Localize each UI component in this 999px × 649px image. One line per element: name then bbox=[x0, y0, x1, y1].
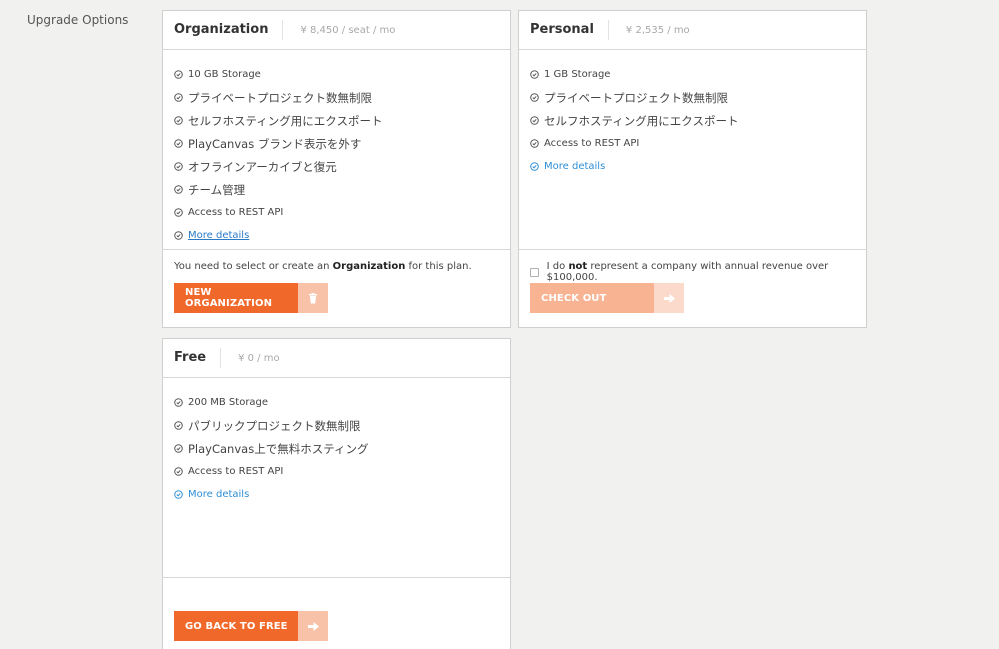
check-circle-icon bbox=[530, 116, 539, 125]
check-circle-icon bbox=[174, 444, 183, 453]
feature-item: Access to REST API bbox=[174, 201, 510, 224]
delete-button[interactable] bbox=[298, 283, 328, 313]
revenue-checkbox-label: I do not represent a company with annual… bbox=[546, 261, 829, 283]
plan-price: ¥ 0 / mo bbox=[238, 352, 280, 364]
arrow-right-icon bbox=[307, 621, 319, 631]
card-header: Personal ¥ 2,535 / mo bbox=[519, 11, 866, 50]
plan-card-personal: Personal ¥ 2,535 / mo 1 GB Storage プライベー… bbox=[518, 10, 867, 328]
check-out-button-group: CHECK OUT bbox=[530, 283, 684, 313]
check-out-button[interactable]: CHECK OUT bbox=[530, 283, 654, 313]
check-circle-icon bbox=[174, 467, 183, 476]
check-circle-icon bbox=[174, 208, 183, 217]
feature-item: オフラインアーカイブと復元 bbox=[174, 155, 510, 178]
check-circle-icon bbox=[530, 70, 539, 79]
check-circle-icon bbox=[174, 70, 183, 79]
feature-item: Access to REST API bbox=[530, 132, 866, 155]
feature-item: PlayCanvas上で無料ホスティング bbox=[174, 437, 510, 460]
go-back-to-free-button-group: GO BACK TO FREE bbox=[174, 611, 328, 641]
feature-item: プライベートプロジェクト数無制限 bbox=[530, 86, 866, 109]
more-details-link[interactable]: More details bbox=[530, 155, 866, 178]
check-circle-icon bbox=[174, 185, 183, 194]
arrow-right-icon bbox=[663, 293, 675, 303]
check-circle-icon bbox=[174, 162, 183, 171]
check-circle-icon bbox=[174, 116, 183, 125]
check-circle-icon bbox=[530, 162, 539, 171]
card-header: Organization ¥ 8,450 / seat / mo bbox=[163, 11, 510, 50]
check-circle-icon bbox=[174, 231, 183, 240]
feature-item: PlayCanvas ブランド表示を外す bbox=[174, 132, 510, 155]
plan-price: ¥ 8,450 / seat / mo bbox=[300, 24, 396, 36]
plan-title: Personal bbox=[530, 20, 609, 40]
check-circle-icon bbox=[174, 139, 183, 148]
revenue-checkbox-row: I do not represent a company with annual… bbox=[519, 250, 866, 283]
check-circle-icon bbox=[174, 421, 183, 430]
feature-item: プライベートプロジェクト数無制限 bbox=[174, 86, 510, 109]
feature-item: セルフホスティング用にエクスポート bbox=[174, 109, 510, 132]
feature-item: 1 GB Storage bbox=[530, 63, 866, 86]
upgrade-options-label: Upgrade Options bbox=[27, 13, 129, 27]
feature-list: 10 GB Storage プライベートプロジェクト数無制限 セルフホスティング… bbox=[163, 50, 510, 247]
feature-list: 1 GB Storage プライベートプロジェクト数無制限 セルフホスティング用… bbox=[519, 50, 866, 178]
new-organization-button-group: NEW ORGANIZATION bbox=[174, 283, 328, 313]
plan-title: Organization bbox=[174, 20, 284, 40]
check-circle-icon bbox=[174, 490, 183, 499]
check-out-arrow-button[interactable] bbox=[654, 283, 684, 313]
feature-item: チーム管理 bbox=[174, 178, 510, 201]
card-footer: You need to select or create an Organiza… bbox=[163, 249, 510, 327]
card-footer: GO BACK TO FREE bbox=[163, 577, 510, 649]
check-circle-icon bbox=[530, 139, 539, 148]
feature-list: 200 MB Storage パブリックプロジェクト数無制限 PlayCanva… bbox=[163, 378, 510, 506]
feature-item: 200 MB Storage bbox=[174, 391, 510, 414]
more-details-link[interactable]: More details bbox=[174, 224, 510, 247]
plan-price: ¥ 2,535 / mo bbox=[625, 24, 690, 36]
organization-requirement-note: You need to select or create an Organiza… bbox=[174, 261, 472, 272]
check-circle-icon bbox=[530, 93, 539, 102]
plan-card-free: Free ¥ 0 / mo 200 MB Storage パブリックプロジェクト… bbox=[162, 338, 511, 649]
go-back-to-free-button[interactable]: GO BACK TO FREE bbox=[174, 611, 298, 641]
feature-item: 10 GB Storage bbox=[174, 63, 510, 86]
feature-item: セルフホスティング用にエクスポート bbox=[530, 109, 866, 132]
new-organization-button[interactable]: NEW ORGANIZATION bbox=[174, 283, 298, 313]
plan-card-organization: Organization ¥ 8,450 / seat / mo 10 GB S… bbox=[162, 10, 511, 328]
go-back-arrow-button[interactable] bbox=[298, 611, 328, 641]
revenue-checkbox[interactable] bbox=[530, 267, 539, 277]
check-circle-icon bbox=[174, 398, 183, 407]
card-header: Free ¥ 0 / mo bbox=[163, 339, 510, 378]
plan-title: Free bbox=[174, 348, 222, 368]
check-circle-icon bbox=[174, 93, 183, 102]
more-details-link[interactable]: More details bbox=[174, 483, 510, 506]
trash-icon bbox=[309, 292, 317, 303]
feature-item: Access to REST API bbox=[174, 460, 510, 483]
card-footer: I do not represent a company with annual… bbox=[519, 249, 866, 327]
feature-item: パブリックプロジェクト数無制限 bbox=[174, 414, 510, 437]
